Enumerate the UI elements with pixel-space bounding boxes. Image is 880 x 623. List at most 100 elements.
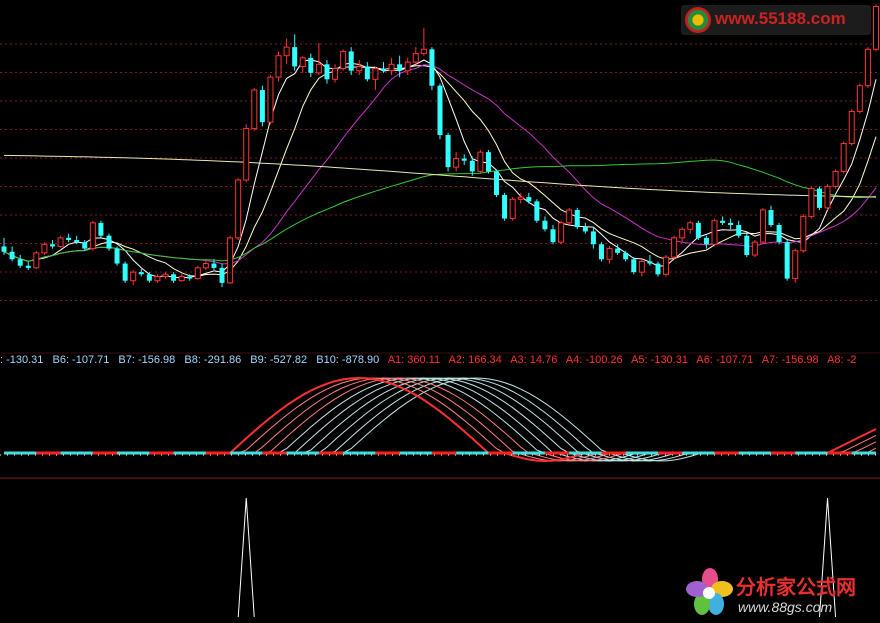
candle-body (509, 198, 516, 220)
watermark-bottom-title: 分析家公式网 (736, 577, 856, 599)
candle-body (502, 195, 508, 219)
candle-body (397, 64, 403, 71)
candle-body (759, 209, 766, 243)
candle-body (776, 225, 782, 243)
ma120-line (3, 154, 877, 198)
candle-body (146, 274, 152, 281)
candle-body (429, 49, 435, 86)
candle-body (243, 128, 250, 181)
indicator-line (4, 377, 876, 462)
candle-body (66, 237, 72, 240)
candle-body (1, 246, 7, 252)
candle-body (671, 237, 678, 258)
candle-body (864, 48, 871, 87)
candle-body (453, 158, 460, 168)
candle-body (420, 48, 427, 55)
candle-body (647, 261, 653, 264)
candle-body (703, 237, 709, 245)
a-label-3: A3: 14.76 (510, 354, 558, 366)
candle-body (784, 242, 790, 279)
indicator-line (4, 376, 877, 463)
b-label-9: B9: -527.82 (250, 354, 308, 366)
candle-body (348, 51, 354, 71)
candle-body (114, 248, 120, 264)
candle-body (202, 263, 209, 269)
candle-body (89, 222, 96, 250)
candle-body (598, 244, 604, 260)
candle-body (275, 55, 282, 78)
candle-body (469, 160, 475, 172)
candle-body (9, 251, 15, 260)
candle-body (534, 201, 540, 221)
candle-body (315, 63, 322, 74)
candle-body (687, 222, 694, 230)
candle-body (178, 275, 185, 282)
indicator-line (4, 377, 876, 462)
candle-body (566, 209, 573, 224)
candle-body (816, 188, 822, 208)
a-label-8: A8: -2 (827, 354, 857, 366)
candle-body (623, 252, 629, 260)
candle-body (768, 210, 774, 225)
candle-body (840, 143, 847, 172)
candle-body (404, 61, 411, 72)
candle-body (631, 259, 637, 273)
candle-body (615, 248, 621, 253)
candle-body (259, 90, 265, 123)
indicator-value-row: : -130.31 B6: -107.71 B7: -156.98 B8: -2… (0, 354, 862, 368)
candle-body (162, 273, 169, 277)
candle-body (808, 188, 815, 217)
candle-body (550, 229, 556, 243)
candle-body (445, 135, 451, 168)
candle-body (824, 185, 831, 209)
candle-body (219, 267, 225, 283)
candle-body (526, 197, 532, 202)
candle-body (332, 68, 339, 80)
candle-body (517, 196, 524, 200)
indicator-line (4, 377, 876, 462)
candle-body (57, 237, 64, 247)
candle-body (194, 267, 201, 280)
candle-body (299, 57, 306, 67)
indicator-line (4, 377, 876, 462)
a-label-4: A4: -100.26 (565, 354, 623, 366)
candle-body (25, 265, 31, 268)
candle-body (872, 5, 879, 50)
candle-body (751, 241, 758, 256)
candle-body (412, 53, 419, 63)
candle-body (494, 171, 500, 195)
indicator-line (4, 377, 876, 462)
candle-body (832, 170, 839, 187)
candle-body (638, 260, 645, 273)
candle-body (711, 220, 718, 245)
indicator-line (4, 377, 877, 462)
candle-body (582, 227, 588, 232)
indicator-line (4, 377, 877, 462)
candle-body (606, 248, 613, 260)
candle-body (574, 210, 580, 228)
candle-body (461, 158, 467, 161)
watermark-top-url: www.55188.com (715, 9, 846, 28)
candle-body (848, 110, 855, 145)
candle-body (106, 235, 112, 249)
candle-body (679, 228, 686, 239)
candle-body (800, 215, 807, 252)
candle-body (33, 252, 40, 269)
candle-body (728, 222, 734, 225)
b-label-7: B7: -156.98 (118, 354, 176, 366)
watermark-bottom-url: www.88gs.com (738, 599, 833, 615)
candle-body (655, 263, 661, 275)
candle-body (227, 237, 234, 284)
candle-body (437, 85, 443, 135)
flower-logo-icon (686, 568, 733, 615)
candle-body (74, 240, 80, 243)
candle-body (792, 250, 799, 280)
candle-body (187, 276, 193, 279)
candle-body (364, 66, 370, 80)
b-label-8: B8: -291.86 (184, 354, 242, 366)
candle-body (98, 222, 104, 236)
candle-body (856, 85, 863, 112)
candle-body (283, 46, 290, 57)
indicator-line (4, 377, 876, 462)
indicator-line (4, 377, 877, 462)
